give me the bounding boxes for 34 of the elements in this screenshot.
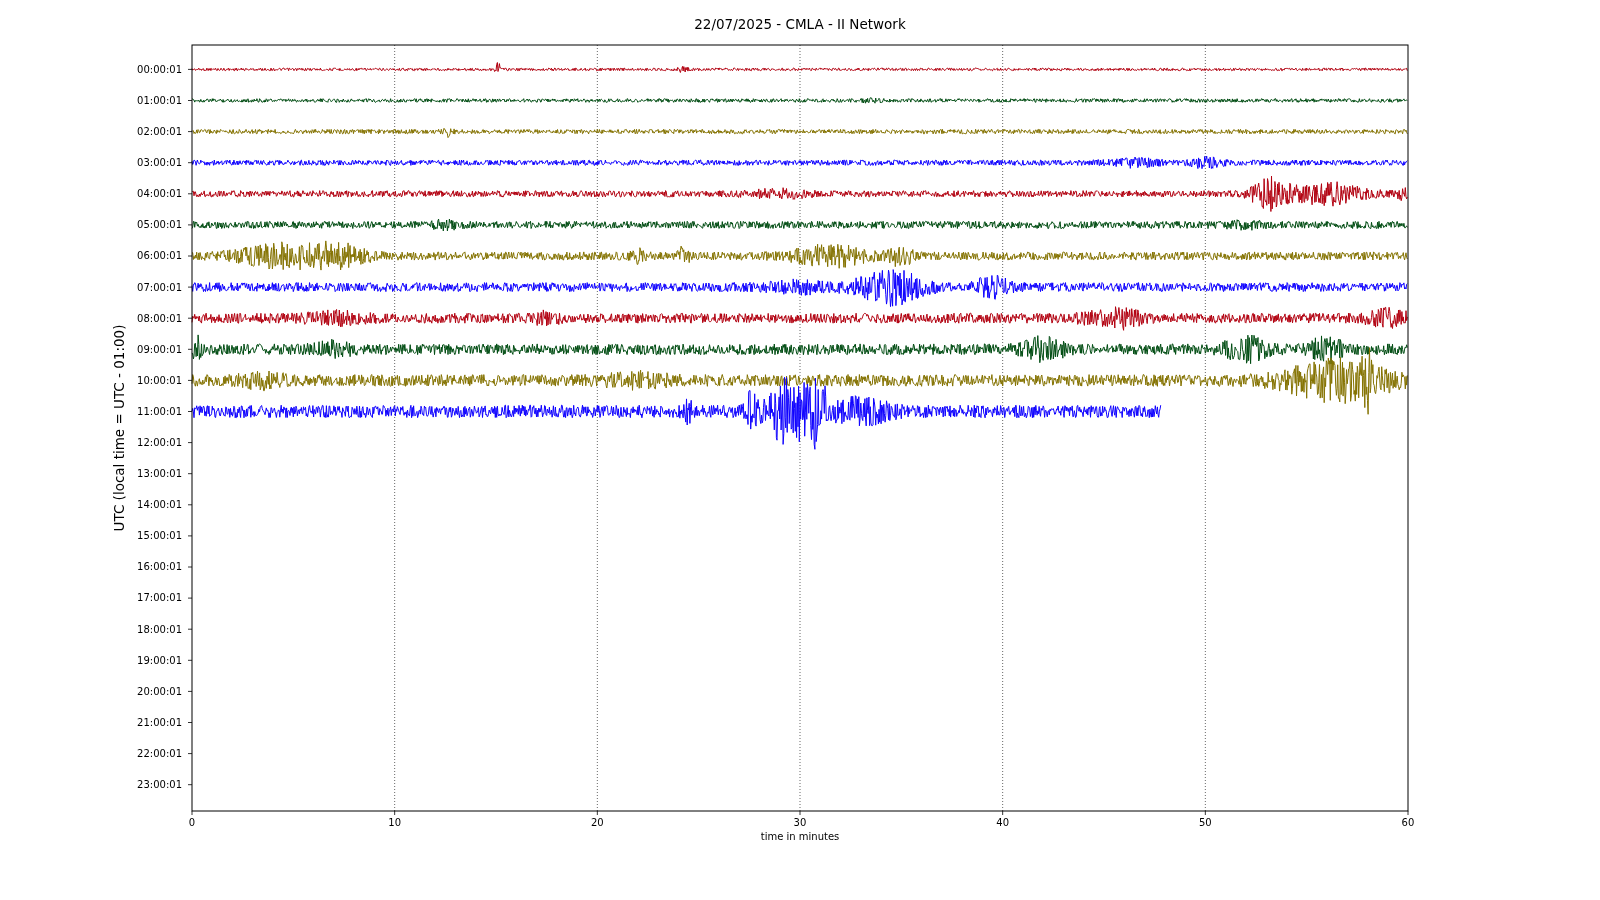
y-tick-label: 10:00:01 <box>137 374 182 386</box>
x-tick-label: 50 <box>1198 817 1212 828</box>
y-tick-label: 07:00:01 <box>137 281 182 293</box>
y-tick-label: 15:00:01 <box>137 530 182 542</box>
y-tick-label: 11:00:01 <box>137 405 182 417</box>
y-tick-label: 09:00:01 <box>137 343 182 355</box>
y-tick-label: 18:00:01 <box>137 623 182 635</box>
x-tick-label: 60 <box>1401 817 1415 828</box>
y-tick-label: 02:00:01 <box>137 126 182 138</box>
y-tick-label: 16:00:01 <box>137 561 182 573</box>
x-axis-label: time in minutes <box>760 831 840 842</box>
y-tick-label: 19:00:01 <box>137 654 182 666</box>
y-tick-label: 03:00:01 <box>137 157 182 169</box>
y-tick-label: 22:00:01 <box>137 747 182 759</box>
x-tick-label: 20 <box>590 817 604 828</box>
y-tick-label: 05:00:01 <box>137 219 182 231</box>
chart-title: 22/07/2025 - CMLA - II Network <box>694 15 906 34</box>
y-tick-label: 04:00:01 <box>137 188 182 200</box>
y-tick-label: 13:00:01 <box>137 468 182 480</box>
y-axis-label: UTC (local time = UTC - 01:00) <box>111 324 127 532</box>
y-tick-label: 23:00:01 <box>137 779 182 791</box>
y-tick-label: 00:00:01 <box>137 63 182 75</box>
y-tick-label: 21:00:01 <box>137 716 182 728</box>
y-tick-label: 06:00:01 <box>137 250 182 262</box>
y-tick-label: 01:00:01 <box>137 95 182 106</box>
x-tick-label: 0 <box>188 817 196 828</box>
y-tick-label: 17:00:01 <box>137 592 182 604</box>
y-tick-label: 14:00:01 <box>137 499 182 511</box>
y-tick-label: 12:00:01 <box>137 437 182 448</box>
y-tick-label: 20:00:01 <box>137 685 182 697</box>
x-tick-label: 30 <box>793 817 807 828</box>
y-tick-label: 08:00:01 <box>137 312 182 324</box>
x-tick-label: 40 <box>996 817 1009 828</box>
x-tick-label: 10 <box>388 817 401 828</box>
